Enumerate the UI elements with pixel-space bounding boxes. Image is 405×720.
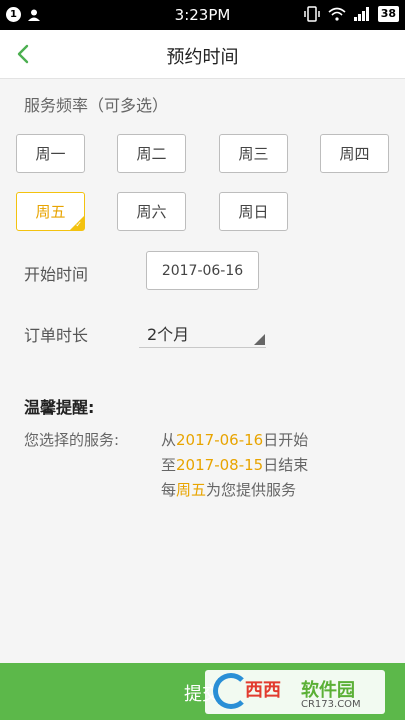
wifi-icon — [328, 7, 346, 21]
battery-icon: 38 — [377, 6, 399, 22]
duration-select[interactable]: 2个月 — [139, 316, 266, 348]
day-wednesday[interactable]: 周三 — [219, 134, 288, 173]
reminder-end-date: 2017-08-15 — [176, 456, 264, 474]
watermark-logo: 西西 软件园 CR173.COM — [205, 670, 385, 714]
day-monday[interactable]: 周一 — [16, 134, 85, 173]
dropdown-arrow-icon — [254, 334, 265, 345]
signal-icon — [353, 7, 369, 21]
reminder-text: 为您提供服务 — [206, 481, 297, 499]
day-friday-label: 周五 — [35, 203, 66, 221]
reminder-line-start: 从2017-06-16日开始 — [161, 429, 308, 450]
duration-label: 订单时长 — [24, 326, 89, 345]
day-friday[interactable]: 周五 ✓ — [16, 192, 85, 231]
start-date-field[interactable]: 2017-06-16 — [146, 251, 259, 290]
reminder-line-day: 每周五为您提供服务 — [161, 479, 296, 500]
reminder-title: 温馨提醒: — [24, 398, 95, 417]
day-thursday[interactable]: 周四 — [320, 134, 389, 173]
reminder-start-date: 2017-06-16 — [176, 431, 264, 449]
reminder-text: 日结束 — [263, 456, 309, 474]
watermark-logo-icon — [213, 673, 249, 709]
day-tuesday[interactable]: 周二 — [117, 134, 186, 173]
app-header: 预约时间 — [0, 30, 405, 79]
status-bar: 1 3:23PM 38 — [0, 0, 405, 30]
reminder-label: 您选择的服务: — [24, 431, 120, 449]
reminder-text: 每 — [161, 481, 177, 499]
vibrate-icon — [303, 6, 320, 22]
watermark-brand-red: 西西 — [245, 680, 281, 701]
reminder-text: 从 — [161, 431, 177, 449]
check-icon: ✓ — [75, 220, 82, 229]
day-sunday[interactable]: 周日 — [219, 192, 288, 231]
watermark-site: CR173.COM — [301, 699, 361, 710]
reminder-line-end: 至2017-08-15日结束 — [161, 454, 308, 475]
duration-value: 2个月 — [147, 325, 190, 344]
start-time-label: 开始时间 — [24, 265, 89, 284]
reminder-day: 周五 — [176, 481, 207, 499]
page-title: 预约时间 — [166, 47, 239, 68]
day-saturday[interactable]: 周六 — [117, 192, 186, 231]
reminder-text: 日开始 — [263, 431, 309, 449]
frequency-label: 服务频率（可多选） — [24, 96, 169, 115]
status-right: 38 — [303, 6, 399, 22]
reminder-text: 至 — [161, 456, 177, 474]
